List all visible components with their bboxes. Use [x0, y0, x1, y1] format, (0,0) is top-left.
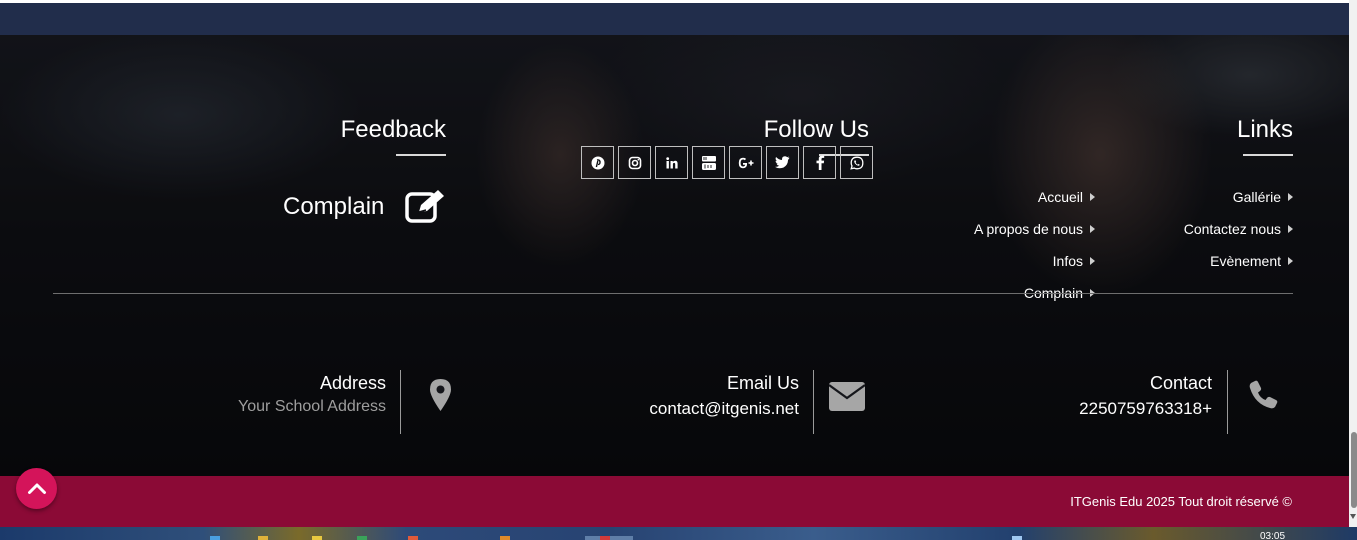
email-value[interactable]: contact@itgenis.net [649, 399, 799, 419]
taskbar-app-icon[interactable] [312, 536, 322, 540]
address-separator [400, 370, 401, 434]
twitter-icon[interactable] [766, 146, 799, 179]
caret-right-icon [1288, 225, 1293, 233]
links-underline [1243, 154, 1293, 156]
scroll-down-arrow-icon[interactable] [1350, 514, 1356, 519]
linkedin-icon[interactable] [655, 146, 688, 179]
map-marker-icon [430, 379, 451, 416]
navy-banner [0, 3, 1349, 35]
phone-value[interactable]: 2250759763318+ [1079, 399, 1212, 419]
caret-right-icon [1090, 225, 1095, 233]
caret-right-icon [1288, 257, 1293, 265]
instagram-icon[interactable] [618, 146, 651, 179]
link-gallerie[interactable]: Gallérie [1233, 189, 1293, 205]
taskbar-clock: 03:05 [1260, 531, 1286, 540]
copyright-bar: ITGenis Edu 2025 Tout droit réservé © [0, 476, 1349, 527]
back-to-top-button[interactable] [16, 468, 57, 509]
youtube-icon[interactable] [692, 146, 725, 179]
whatsapp-icon[interactable] [840, 146, 873, 179]
link-evenement[interactable]: Evènement [1210, 253, 1293, 269]
contact-separator [1227, 370, 1228, 434]
page: Feedback Complain Follow Us Links Accuei… [0, 0, 1357, 540]
pinterest-icon[interactable] [581, 146, 614, 179]
chevron-up-icon [27, 483, 46, 494]
email-separator [813, 370, 814, 434]
google-plus-icon[interactable] [729, 146, 762, 179]
taskbar-app-icon[interactable] [500, 536, 510, 540]
contact-title: Contact [1149, 373, 1212, 393]
facebook-icon[interactable] [803, 146, 836, 179]
link-a-propos[interactable]: A propos de nous [974, 221, 1095, 237]
address-value: Your School Address [238, 398, 386, 415]
links-title: Links [1236, 116, 1293, 143]
taskbar [0, 527, 1357, 540]
caret-right-icon [1090, 193, 1095, 201]
copyright-text: ITGenis Edu 2025 Tout droit réservé © [1070, 494, 1292, 509]
phone-icon [1249, 380, 1278, 414]
address-title: Address [319, 373, 386, 393]
edit-icon[interactable] [405, 188, 447, 229]
taskbar-app-icon[interactable] [408, 536, 418, 540]
envelope-icon [828, 382, 866, 416]
link-infos[interactable]: Infos [1053, 253, 1095, 269]
caret-right-icon [1288, 193, 1293, 201]
taskbar-app-icon[interactable] [258, 536, 268, 540]
social-icons [581, 146, 873, 179]
taskbar-app-icon[interactable] [210, 536, 220, 540]
link-contactez-nous[interactable]: Contactez nous [1184, 221, 1293, 237]
feedback-title: Feedback [340, 116, 446, 143]
taskbar-app-icon[interactable] [600, 536, 610, 540]
header-strip [0, 0, 1349, 35]
complain-link[interactable]: Complain [283, 193, 384, 221]
link-accueil[interactable]: Accueil [1038, 189, 1095, 205]
taskbar-app-icon[interactable] [357, 536, 367, 540]
scrollbar-thumb[interactable] [1351, 432, 1357, 508]
follow-us-title: Follow Us [763, 116, 869, 143]
feedback-underline [396, 154, 446, 156]
taskbar-app-icon[interactable] [1012, 536, 1022, 540]
footer-divider [53, 293, 1293, 294]
email-title: Email Us [726, 373, 799, 393]
caret-right-icon [1090, 257, 1095, 265]
